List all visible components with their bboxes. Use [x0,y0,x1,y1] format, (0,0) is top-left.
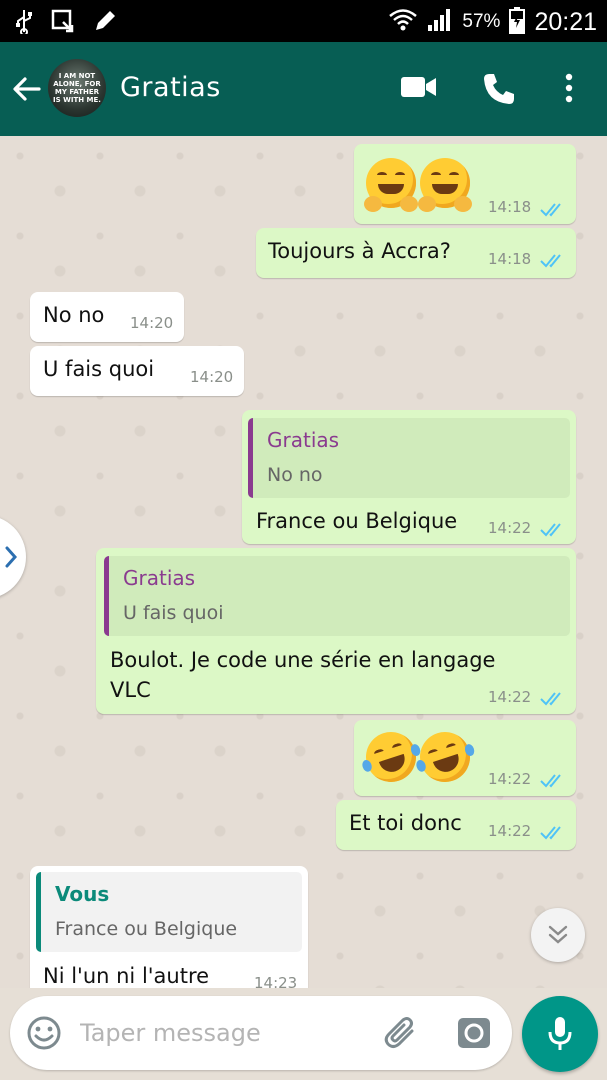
more-vert-icon[interactable] [562,72,576,108]
message-time: 14:22 [488,822,532,840]
video-call-icon[interactable] [400,72,438,106]
signal-icon [426,7,454,37]
message-text-line: VLC [110,678,151,702]
wifi-icon [388,7,418,37]
message-time: 14:20 [190,368,234,386]
screen-icon [50,8,76,38]
quoted-message[interactable]: Gratias U fais quoi [104,556,570,636]
double-check-icon [540,203,561,217]
quote-author: Gratias [267,428,340,452]
quote-text: France ou Belgique [55,918,238,940]
message-bubble[interactable]: Toujours à Accra? 14:18 [256,228,576,278]
phone-icon[interactable] [482,72,516,110]
edit-icon [92,8,118,38]
message-time: 14:22 [488,770,532,788]
rolling-laughing-emoji [413,725,477,789]
message-text: France ou Belgique [256,509,458,533]
message-time: 14:18 [488,250,532,268]
message-text: Toujours à Accra? [268,239,451,263]
double-chevron-down-icon [548,925,568,944]
usb-icon [14,8,34,38]
message-time: 14:22 [488,519,532,537]
message-composer [10,996,512,1070]
scroll-to-bottom-button[interactable] [531,908,585,962]
camera-icon[interactable] [456,1015,492,1055]
contact-name[interactable]: Gratias [120,72,221,103]
double-check-icon [540,254,561,268]
quoted-message[interactable]: Vous France ou Belgique [36,872,302,952]
double-check-icon [540,826,561,840]
message-bubble[interactable]: 🤗🤗 14:18 [354,144,576,224]
message-bubble[interactable]: Vous France ou Belgique Ni l'un ni l'aut… [30,866,308,988]
rolling-laughing-emoji [359,725,423,789]
message-emoji: 🤣🤣 [354,720,355,721]
message-bubble[interactable]: 🤣🤣 14:22 [354,720,576,796]
quote-author: Vous [55,882,110,906]
avatar-text: I AM NOT ALONE, FOR MY FATHER IS WITH ME… [53,72,101,104]
message-bubble[interactable]: Gratias U fais quoi Boulot. Je code une … [96,548,576,714]
message-text: No no [43,303,105,327]
status-bar: 57% 20:21 [0,0,607,42]
quote-author: Gratias [123,566,196,590]
message-text: U fais quoi [43,357,155,381]
back-arrow-icon[interactable] [12,74,42,108]
hugging-face-emoji [418,158,472,212]
message-list[interactable]: 🤗🤗 14:18 Toujours à Accra? 14:18 No no 1… [0,136,607,988]
message-bubble[interactable]: U fais quoi 14:20 [30,346,244,396]
message-bubble[interactable]: Et toi donc 14:22 [336,800,576,850]
chat-header: I AM NOT ALONE, FOR MY FATHER IS WITH ME… [0,42,607,136]
double-check-icon [540,774,561,788]
message-input[interactable] [80,1014,370,1052]
battery-icon [508,6,526,38]
quote-text: No no [267,464,323,486]
battery-percentage: 57% [462,11,501,32]
emoji-icon[interactable] [26,1015,62,1055]
message-bubble[interactable]: Gratias No no France ou Belgique 14:22 [242,410,576,544]
message-text-line: Boulot. Je code une série en langage [110,648,496,672]
message-text: Ni l'un ni l'autre [43,964,210,988]
avatar[interactable]: I AM NOT ALONE, FOR MY FATHER IS WITH ME… [48,59,106,117]
message-time: 14:22 [488,688,532,706]
chevron-right-icon [5,546,18,568]
quote-text: U fais quoi [123,602,224,624]
message-emoji: 🤗🤗 [354,144,355,145]
double-check-icon [540,523,561,537]
message-time: 14:23 [254,974,298,988]
message-bubble[interactable]: No no 14:20 [30,292,184,342]
message-text: Et toi donc [349,811,462,835]
quoted-message[interactable]: Gratias No no [248,418,570,498]
message-time: 14:18 [488,198,532,216]
message-time: 14:20 [130,314,174,332]
mic-icon [548,1017,572,1050]
mic-button[interactable] [522,996,598,1072]
attach-icon[interactable] [382,1015,420,1057]
clock: 20:21 [534,7,597,36]
hugging-face-emoji [364,158,418,212]
double-check-icon [540,692,561,706]
